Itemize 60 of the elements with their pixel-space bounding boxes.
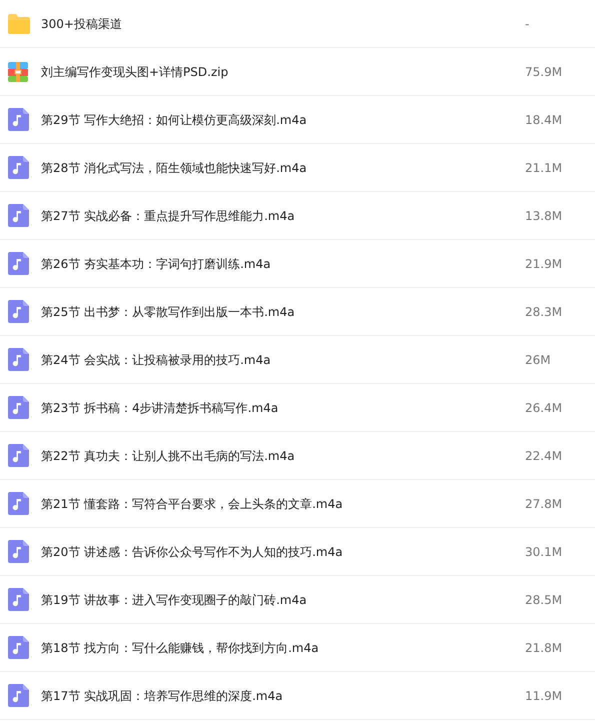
file-size: 30.1M (525, 544, 564, 560)
file-name: 第23节 拆书稿：4步讲清楚拆书稿写作.m4a (41, 400, 280, 416)
file-row[interactable]: 第17节 实战巩固：培养写作思维的深度.m4a 11.9M (0, 672, 595, 720)
music-file-icon (8, 636, 29, 659)
file-row[interactable]: 第23节 拆书稿：4步讲清楚拆书稿写作.m4a 26.4M (0, 384, 595, 432)
music-file-icon (8, 588, 29, 611)
file-row[interactable]: 第18节 找方向：写什么能赚钱，帮你找到方向.m4a 21.8M (0, 624, 595, 672)
music-file-icon (8, 252, 29, 275)
file-name: 第29节 写作大绝招：如何让模仿更高级深刻.m4a (41, 112, 308, 128)
file-name: 第26节 夯实基本功：字词句打磨训练.m4a (41, 256, 272, 272)
file-size: 26.4M (525, 400, 564, 416)
file-name: 第21节 懂套路：写符合平台要求，会上头条的文章.m4a (41, 496, 344, 512)
file-size: 75.9M (525, 64, 564, 80)
file-size: 27.8M (525, 496, 564, 512)
file-size: 18.4M (525, 112, 564, 128)
folder-icon (8, 14, 30, 34)
file-size: - (525, 16, 530, 32)
file-size: 21.1M (525, 160, 564, 176)
file-name: 第28节 消化式写法，陌生领域也能快速写好.m4a (41, 160, 308, 176)
file-name: 第20节 讲述感：告诉你公众号写作不为人知的技巧.m4a (41, 544, 344, 560)
file-size: 13.8M (525, 208, 564, 224)
music-file-icon (8, 540, 29, 563)
file-name: 第22节 真功夫：让别人挑不出毛病的写法.m4a (41, 448, 296, 464)
file-name: 刘主编写作变现头图+详情PSD.zip (41, 64, 230, 80)
file-row[interactable]: 第19节 讲故事：进入写作变现圈子的敲门砖.m4a 28.5M (0, 576, 595, 624)
file-row[interactable]: 第22节 真功夫：让别人挑不出毛病的写法.m4a 22.4M (0, 432, 595, 480)
file-row[interactable]: 第26节 夯实基本功：字词句打磨训练.m4a 21.9M (0, 240, 595, 288)
music-file-icon (8, 204, 29, 227)
file-size: 11.9M (525, 688, 564, 704)
file-size: 22.4M (525, 448, 564, 464)
file-row[interactable]: 刘主编写作变现头图+详情PSD.zip 75.9M (0, 48, 595, 96)
file-name: 第27节 实战必备：重点提升写作思维能力.m4a (41, 208, 296, 224)
file-name: 第25节 出书梦：从零散写作到出版一本书.m4a (41, 304, 296, 320)
music-file-icon (8, 108, 29, 131)
file-row[interactable]: 第21节 懂套路：写符合平台要求，会上头条的文章.m4a 27.8M (0, 480, 595, 528)
music-file-icon (8, 444, 29, 467)
file-size: 28.5M (525, 592, 564, 608)
archive-icon (8, 62, 28, 82)
file-row[interactable]: 第20节 讲述感：告诉你公众号写作不为人知的技巧.m4a 30.1M (0, 528, 595, 576)
file-row[interactable]: 第27节 实战必备：重点提升写作思维能力.m4a 13.8M (0, 192, 595, 240)
music-file-icon (8, 156, 29, 179)
file-row[interactable]: 第25节 出书梦：从零散写作到出版一本书.m4a 28.3M (0, 288, 595, 336)
music-file-icon (8, 300, 29, 323)
music-file-icon (8, 348, 29, 371)
file-row[interactable]: 第29节 写作大绝招：如何让模仿更高级深刻.m4a 18.4M (0, 96, 595, 144)
music-file-icon (8, 492, 29, 515)
file-name: 第17节 实战巩固：培养写作思维的深度.m4a (41, 688, 284, 704)
file-row[interactable]: 300+投稿渠道 - (0, 0, 595, 48)
file-row[interactable]: 第24节 会实战：让投稿被录用的技巧.m4a 26M (0, 336, 595, 384)
file-size: 21.8M (525, 640, 564, 656)
music-file-icon (8, 396, 29, 419)
file-name: 第18节 找方向：写什么能赚钱，帮你找到方向.m4a (41, 640, 320, 656)
file-name: 第24节 会实战：让投稿被录用的技巧.m4a (41, 352, 272, 368)
file-name: 300+投稿渠道 (41, 16, 123, 32)
music-file-icon (8, 684, 29, 707)
file-size: 28.3M (525, 304, 564, 320)
file-name: 第19节 讲故事：进入写作变现圈子的敲门砖.m4a (41, 592, 308, 608)
file-row[interactable]: 第28节 消化式写法，陌生领域也能快速写好.m4a 21.1M (0, 144, 595, 192)
file-size: 26M (525, 352, 552, 368)
file-size: 21.9M (525, 256, 564, 272)
